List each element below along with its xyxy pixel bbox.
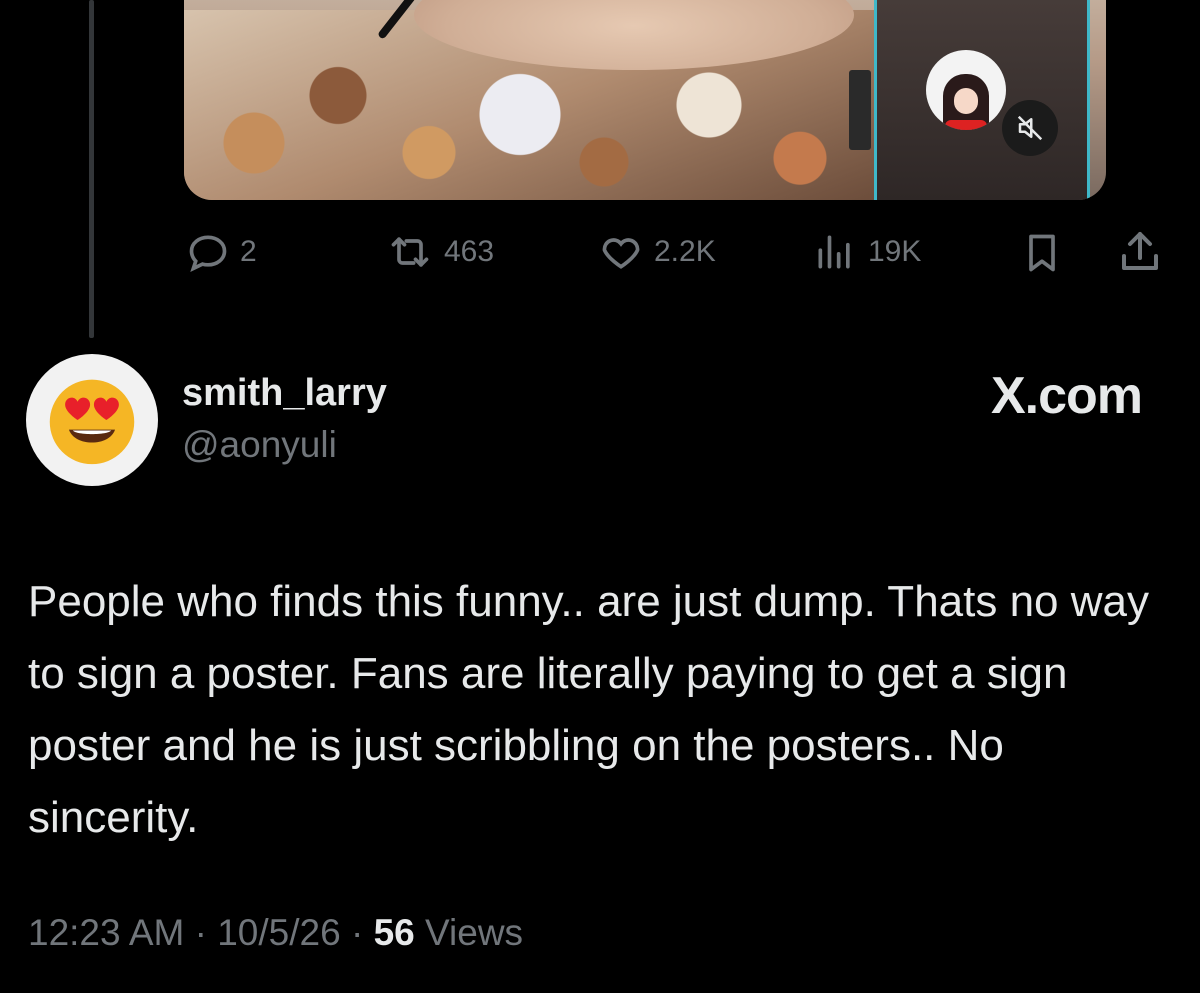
- reply-icon: [189, 235, 227, 273]
- repost-icon: [391, 237, 429, 267]
- streamer-avatar: [926, 50, 1006, 130]
- repost-count: 463: [444, 235, 495, 268]
- meta-separator: ·: [340, 912, 374, 953]
- post-time[interactable]: 12:23 AM: [28, 912, 184, 953]
- heart-eyes-emoji-icon: [49, 379, 135, 465]
- meta-separator: ·: [184, 912, 218, 953]
- like-count: 2.2K: [654, 235, 716, 268]
- views-icon: [818, 235, 850, 269]
- share-button[interactable]: [1116, 228, 1164, 276]
- bookmark-button[interactable]: [1020, 230, 1064, 276]
- display-name[interactable]: smith_larry: [182, 372, 387, 415]
- reply-views-label: Views: [414, 912, 524, 953]
- reply-button[interactable]: 2: [186, 230, 257, 274]
- reply-views-count: 56: [373, 912, 415, 953]
- post-meta: 12:23 AM · 10/5/26 · 56 Views: [28, 912, 523, 954]
- reply-count: 2: [240, 235, 257, 268]
- user-avatar[interactable]: [26, 354, 158, 486]
- thread-line: [89, 0, 94, 338]
- mute-button[interactable]: [1002, 100, 1058, 156]
- views-button[interactable]: 19K: [812, 230, 921, 274]
- x-com-watermark: X.com: [990, 367, 1143, 425]
- share-icon: [1122, 232, 1158, 270]
- like-button[interactable]: 2.2K: [598, 230, 716, 274]
- post-date[interactable]: 10/5/26: [217, 912, 340, 953]
- user-handle[interactable]: @aonyuli: [182, 424, 337, 466]
- repost-button[interactable]: 463: [386, 230, 494, 274]
- reply-text: People who finds this funny.. are just d…: [28, 577, 1149, 842]
- mute-icon: [1017, 115, 1043, 141]
- video-thumbnail[interactable]: [184, 0, 1106, 200]
- bookmark-icon: [1029, 234, 1055, 272]
- views-count: 19K: [868, 235, 922, 268]
- heart-icon: [602, 238, 640, 269]
- post-action-bar: 2 463 2.2K 19K: [0, 224, 1200, 280]
